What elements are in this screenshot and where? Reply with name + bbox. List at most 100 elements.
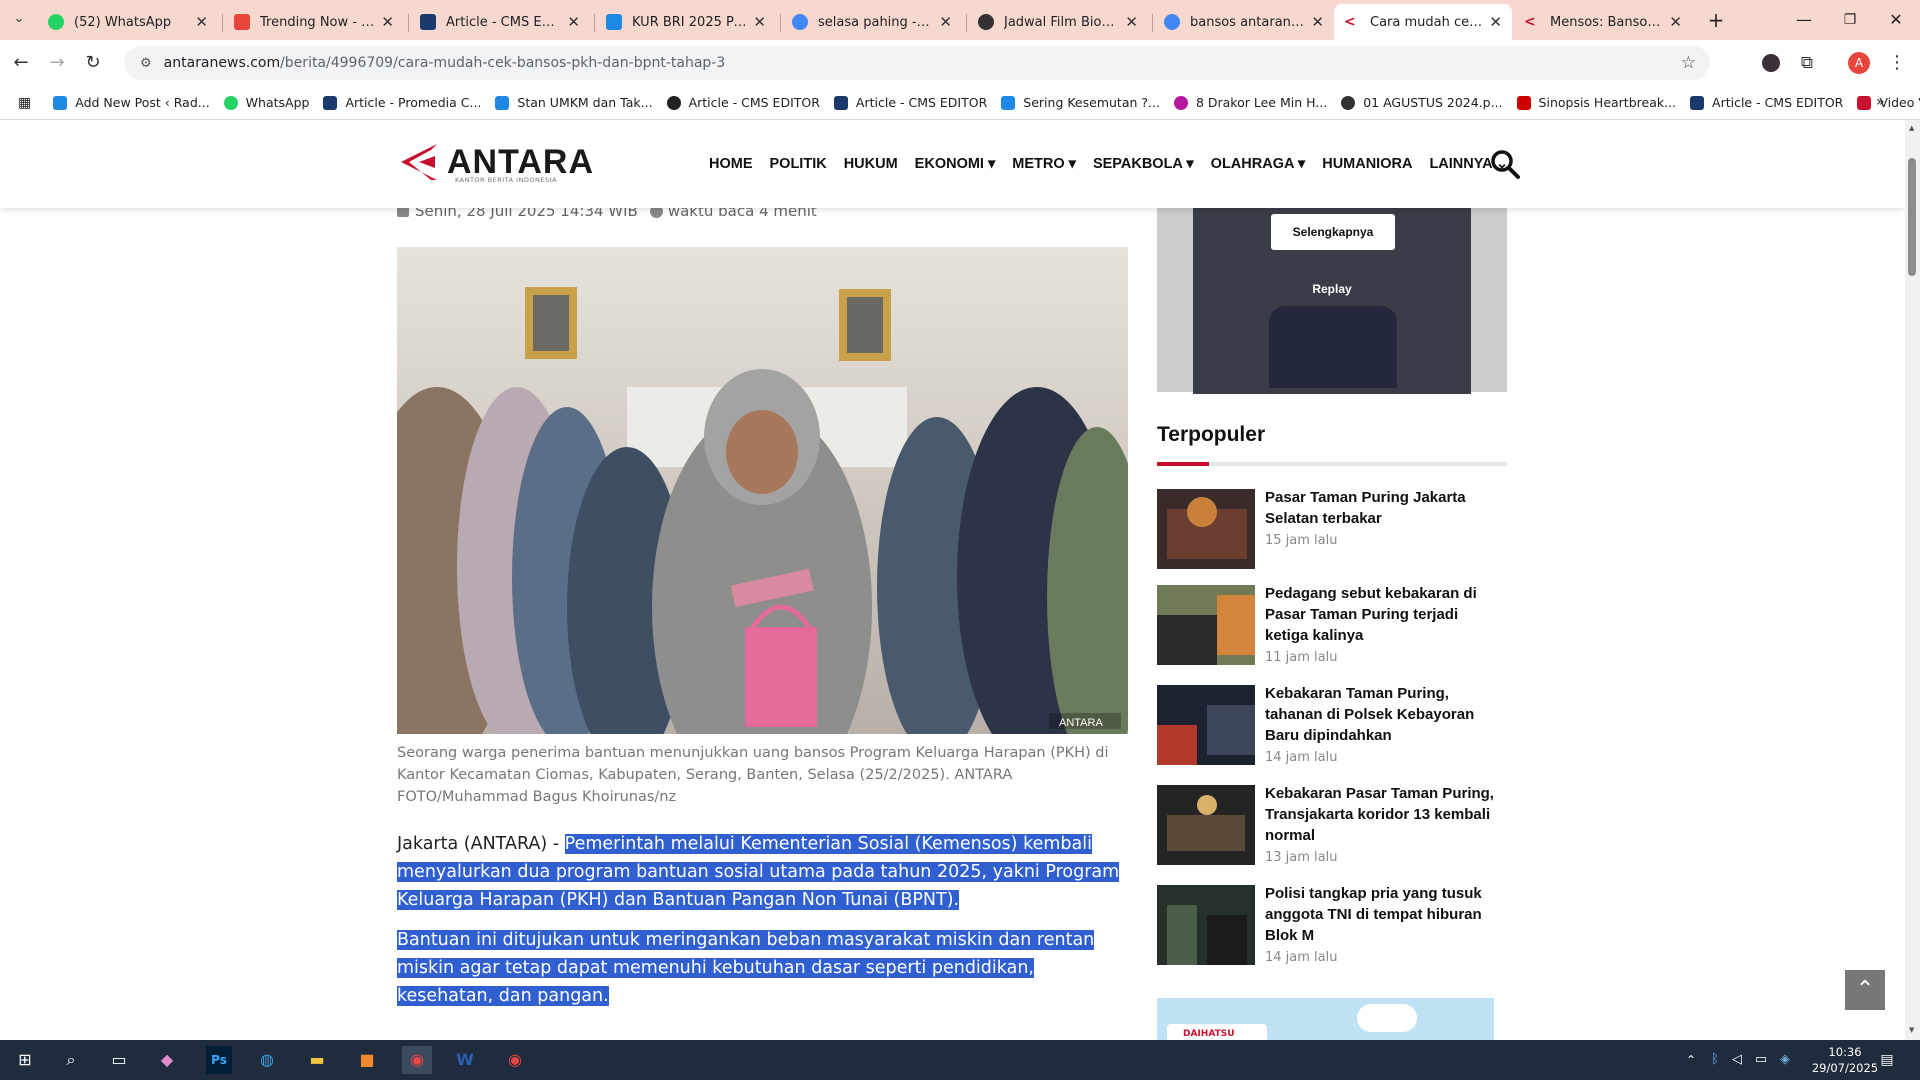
bookmark-item[interactable]: Article - Promedia C... bbox=[323, 95, 481, 110]
back-to-top-button[interactable]: ⌃ bbox=[1845, 970, 1885, 1010]
notifications-icon[interactable]: ▤ bbox=[1872, 1046, 1902, 1074]
menu-kebab-icon[interactable]: ⋮ bbox=[1884, 50, 1910, 76]
close-icon[interactable]: ✕ bbox=[753, 13, 766, 31]
site-logo[interactable]: ANTARA KANTOR BERITA INDONESIA bbox=[397, 142, 594, 184]
bookmark-item[interactable]: 01 AGUSTUS 2024.p... bbox=[1341, 95, 1503, 110]
main-nav: HOME POLITIK HUKUM EKONOMI ▾ METRO ▾ SEP… bbox=[709, 156, 1525, 172]
nav-home[interactable]: HOME bbox=[709, 156, 753, 172]
search-icon[interactable] bbox=[1490, 149, 1520, 179]
nav-sepakbola[interactable]: SEPAKBOLA ▾ bbox=[1093, 156, 1194, 172]
nav-humaniora[interactable]: HUMANIORA bbox=[1322, 156, 1412, 172]
bookmark-item[interactable]: Video Viral Erin Bug... bbox=[1857, 95, 1920, 110]
bookmark-item[interactable]: Stan UMKM dan Tak... bbox=[495, 95, 653, 110]
popular-item[interactable]: Kebakaran Pasar Taman Puring, Transjakar… bbox=[1157, 785, 1507, 865]
profile-avatar[interactable]: A bbox=[1848, 52, 1870, 74]
bookmark-item[interactable]: Article - CMS EDITOR bbox=[666, 95, 820, 110]
browser-tab[interactable]: Article - CMS EDITOR ✕ bbox=[410, 4, 590, 40]
popular-thumbnail bbox=[1157, 885, 1255, 965]
bookmarks-bar: ▦ Add New Post ‹ Rad... WhatsApp Article… bbox=[0, 86, 1920, 120]
popular-item-title[interactable]: Polisi tangkap pria yang tusuk anggota T… bbox=[1265, 883, 1505, 946]
forward-icon[interactable]: → bbox=[44, 50, 70, 76]
minimize-button[interactable]: — bbox=[1784, 6, 1824, 34]
browser-tab-active[interactable]: < Cara mudah cek bans ✕ bbox=[1334, 4, 1512, 40]
bookmark-favicon bbox=[666, 95, 681, 110]
nav-politik[interactable]: POLITIK bbox=[770, 156, 827, 172]
site-info-icon[interactable]: ⚙ bbox=[140, 56, 152, 71]
close-icon[interactable]: ✕ bbox=[567, 13, 580, 31]
popular-item[interactable]: Pasar Taman Puring Jakarta Selatan terba… bbox=[1157, 489, 1507, 569]
browser-tab[interactable]: selasa pahing - Goog ✕ bbox=[782, 4, 962, 40]
browser-tab[interactable]: bansos antaranews - ✕ bbox=[1154, 4, 1334, 40]
popular-thumbnail bbox=[1157, 585, 1255, 665]
browser-tab[interactable]: < Mensos: Bansos bag ✕ bbox=[1514, 4, 1692, 40]
nav-hukum[interactable]: HUKUM bbox=[844, 156, 898, 172]
windows-start-icon[interactable]: ⊞ bbox=[10, 1046, 40, 1074]
popular-item[interactable]: Kebakaran Taman Puring, tahanan di Polse… bbox=[1157, 685, 1507, 765]
wordpress-icon bbox=[978, 14, 994, 30]
browser-tab[interactable]: KUR BRI 2025 Pinjam ✕ bbox=[596, 4, 776, 40]
ad-replay-button[interactable]: Replay bbox=[1193, 282, 1471, 296]
popular-item[interactable]: Pedagang sebut kebakaran di Pasar Taman … bbox=[1157, 585, 1507, 665]
bookmark-item[interactable]: 8 Drakor Lee Min H... bbox=[1173, 95, 1327, 110]
google-icon bbox=[1164, 14, 1180, 30]
bookmark-favicon bbox=[323, 95, 338, 110]
extension-icon[interactable] bbox=[1762, 54, 1780, 72]
ad-banner-top[interactable]: Selengkapnya Replay bbox=[1157, 208, 1507, 394]
popular-item[interactable]: Polisi tangkap pria yang tusuk anggota T… bbox=[1157, 885, 1507, 965]
chrome-icon[interactable]: ◉ bbox=[500, 1046, 530, 1074]
bookmark-favicon bbox=[1173, 95, 1188, 110]
restore-button[interactable]: ❐ bbox=[1830, 6, 1870, 34]
close-icon[interactable]: ✕ bbox=[195, 13, 208, 31]
taskbar-search-icon[interactable]: ⌕ bbox=[56, 1046, 86, 1074]
taskbar-clock[interactable]: 10:36 29/07/2025 bbox=[1810, 1044, 1880, 1076]
popular-item-title[interactable]: Kebakaran Pasar Taman Puring, Transjakar… bbox=[1265, 783, 1505, 846]
bookmark-item[interactable]: Article - CMS EDITOR bbox=[833, 95, 987, 110]
more-bookmarks-icon[interactable]: » bbox=[1876, 94, 1885, 110]
edge-icon[interactable]: ◍ bbox=[252, 1046, 282, 1074]
scrollbar-thumb[interactable] bbox=[1908, 158, 1916, 276]
url-bar[interactable]: ⚙ antaranews.com/berita/4996709/cara-mud… bbox=[124, 46, 1710, 80]
nav-ekonomi[interactable]: EKONOMI ▾ bbox=[915, 156, 996, 172]
browser-tab[interactable]: (52) WhatsApp ✕ bbox=[38, 4, 218, 40]
popular-item-title[interactable]: Kebakaran Taman Puring, tahanan di Polse… bbox=[1265, 683, 1505, 746]
file-explorer-icon[interactable]: ▬ bbox=[302, 1046, 332, 1074]
bookmark-item[interactable]: Add New Post ‹ Rad... bbox=[53, 95, 210, 110]
page-scrollbar[interactable]: ▲ ▼ bbox=[1905, 120, 1920, 1040]
ad-more-button[interactable]: Selengkapnya bbox=[1271, 214, 1395, 250]
new-tab-button[interactable]: + bbox=[1696, 6, 1736, 34]
extensions-puzzle-icon[interactable]: ⧉ bbox=[1794, 50, 1820, 76]
bookmark-item[interactable]: Sering Kesemutan ?... bbox=[1001, 95, 1160, 110]
ad-banner-bottom[interactable]: DAIHATSU bbox=[1157, 998, 1494, 1040]
browser-tab[interactable]: Jadwal Film Bioskop ✕ bbox=[968, 4, 1148, 40]
close-icon[interactable]: ✕ bbox=[939, 13, 952, 31]
security-icon[interactable]: ◈ bbox=[1770, 1046, 1800, 1074]
photoshop-icon[interactable]: Ps bbox=[206, 1046, 232, 1074]
task-view-icon[interactable]: ▭ bbox=[104, 1046, 134, 1074]
reload-icon[interactable]: ↻ bbox=[80, 50, 106, 76]
close-icon[interactable]: ✕ bbox=[381, 13, 394, 31]
bookmark-item[interactable]: WhatsApp bbox=[223, 95, 309, 110]
close-icon[interactable]: ✕ bbox=[1669, 13, 1682, 31]
bookmark-star-icon[interactable]: ☆ bbox=[1681, 53, 1696, 73]
app-icon[interactable]: ■ bbox=[352, 1046, 382, 1074]
close-icon[interactable]: ✕ bbox=[1125, 13, 1138, 31]
tab-search-icon[interactable]: ⌄ bbox=[6, 6, 32, 32]
copilot-icon[interactable]: ◆ bbox=[152, 1046, 182, 1074]
word-icon[interactable]: W bbox=[450, 1046, 480, 1074]
popular-item-title[interactable]: Pedagang sebut kebakaran di Pasar Taman … bbox=[1265, 583, 1505, 646]
window-close-button[interactable]: ✕ bbox=[1876, 6, 1916, 34]
back-icon[interactable]: ← bbox=[8, 50, 34, 76]
bookmark-item[interactable]: Article - CMS EDITOR bbox=[1690, 95, 1843, 110]
close-icon[interactable]: ✕ bbox=[1311, 13, 1324, 31]
bookmark-item[interactable]: Sinopsis Heartbreak... bbox=[1516, 95, 1676, 110]
bookmark-favicon bbox=[1341, 95, 1356, 110]
article-paragraph: Bantuan ini ditujukan untuk meringankan … bbox=[397, 926, 1128, 1010]
chrome-icon[interactable]: ◉ bbox=[402, 1046, 432, 1074]
nav-olahraga[interactable]: OLAHRAGA ▾ bbox=[1211, 156, 1306, 172]
nav-metro[interactable]: METRO ▾ bbox=[1012, 156, 1076, 172]
apps-grid-icon[interactable]: ▦ bbox=[18, 95, 31, 111]
browser-tab[interactable]: Trending Now - Goog ✕ bbox=[224, 4, 404, 40]
close-icon[interactable]: ✕ bbox=[1489, 13, 1502, 31]
popular-item-time: 11 jam lalu bbox=[1265, 650, 1338, 665]
popular-item-title[interactable]: Pasar Taman Puring Jakarta Selatan terba… bbox=[1265, 487, 1505, 529]
